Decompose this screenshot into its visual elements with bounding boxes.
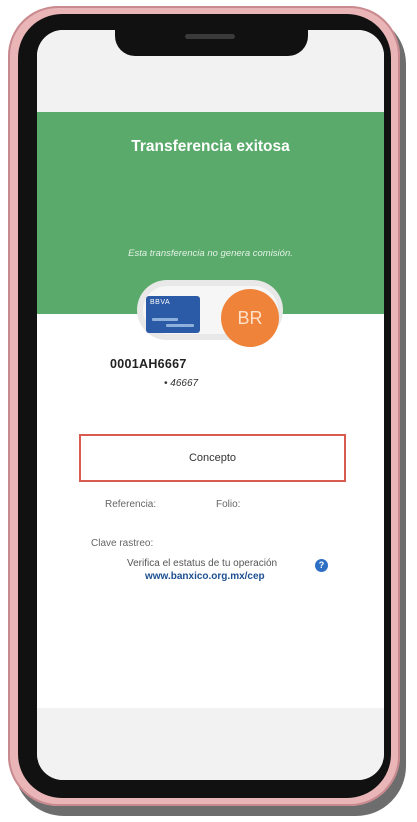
account-number-masked: • 46667 (164, 378, 199, 389)
commission-note: Esta transferencia no genera comisión. (128, 248, 293, 259)
verify-status-text: Verifica el estatus de tu operación (127, 558, 278, 569)
speaker-icon (185, 34, 235, 39)
bank-card-icon: BBVA (146, 296, 200, 333)
card-stripe (166, 324, 194, 327)
help-icon[interactable]: ? (315, 559, 328, 572)
concept-label: Concepto (188, 452, 237, 464)
avatar-initials: BR (237, 307, 263, 328)
card-stripe (152, 318, 178, 321)
card-brand-logo: BBVA (150, 299, 171, 306)
clave-rastreo-label: Clave rastreo: (91, 538, 154, 549)
banxico-link[interactable]: www.banxico.org.mx/cep (145, 571, 265, 582)
folio-label: Folio: (216, 499, 241, 510)
concept-field[interactable]: Concepto (79, 434, 346, 482)
bottom-area (37, 708, 384, 780)
recipient-avatar: BR (221, 289, 279, 347)
phone-screen: Transferencia exitosa Esta transferencia… (37, 30, 384, 780)
page-title: Transferencia exitosa (131, 138, 290, 155)
referencia-label: Referencia: (105, 499, 157, 510)
account-name: 0001AH6667 (110, 357, 187, 371)
